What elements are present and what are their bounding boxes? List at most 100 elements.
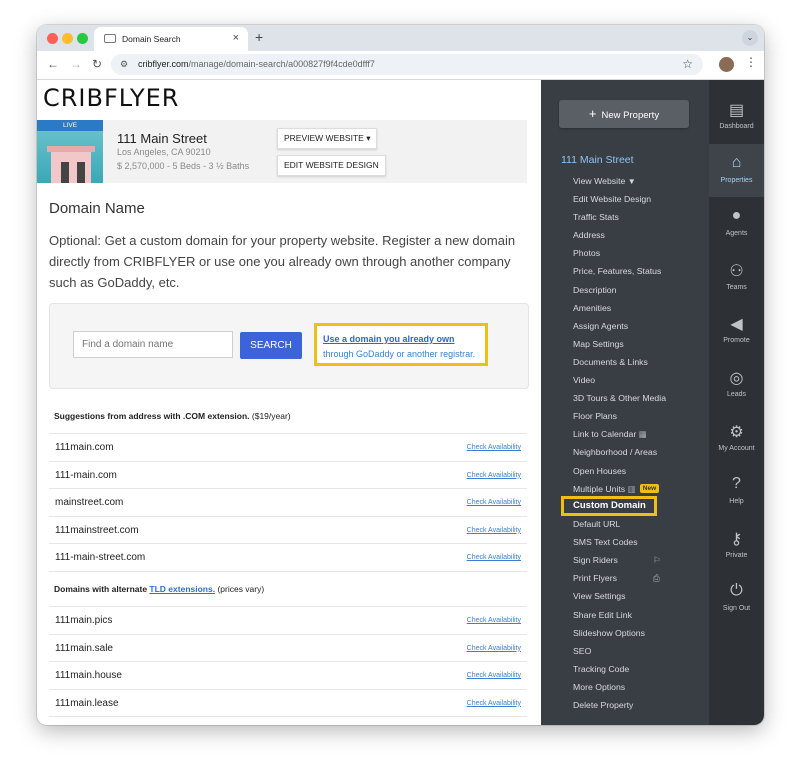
sidebar-item-default-url[interactable]: Default URL [573,519,620,529]
maximize-window-button[interactable] [77,33,88,44]
domain-name: 111mainstreet.com [55,524,139,536]
edit-website-design-button[interactable]: EDIT WEBSITE DESIGN [277,155,386,176]
sidebar-item-label: Slideshow Options [573,627,645,638]
view-website-menu[interactable]: View Website ▼ [573,176,636,186]
check-availability-link[interactable]: Check Availability [467,444,521,451]
sidebar-item-sms-text-codes[interactable]: SMS Text Codes [573,537,638,547]
sidebar-item-print-flyers[interactable]: Print Flyers ⎙ [573,573,660,583]
bookmark-star-icon[interactable]: ☆ [682,57,693,71]
sidebar-item-description[interactable]: Description [573,285,616,295]
sidebar-item-seo[interactable]: SEO [573,646,591,656]
domain-search-input[interactable] [73,331,233,358]
sidebar-item-label: 3D Tours & Other Media [573,393,667,404]
sidebar-item-address[interactable]: Address [573,230,605,240]
sidebar-item-label: SEO [573,645,592,656]
sidebar-item-multiple-units[interactable]: Multiple Units ▥ New [573,483,660,495]
print-icon: ⎙ [653,573,660,584]
back-arrow-icon[interactable]: ← [47,57,59,71]
check-availability-link[interactable]: Check Availability [467,645,521,652]
nav-properties[interactable]: ⌂ Properties [709,143,764,197]
nav-label: Teams [726,283,747,291]
sidebar-item-photos[interactable]: Photos [573,248,600,258]
close-tab-icon[interactable]: × [233,32,239,44]
domain-name: 111-main-street.com [55,552,146,563]
tld-suggestion-row: 111main.lease Check Availability [49,688,527,717]
sidebar-item-neighborhood-areas[interactable]: Neighborhood / Areas [573,447,657,457]
tld-suggestion-row: 111main.sale Check Availability [49,633,527,662]
com-suggestions-label: Suggestions from address with .COM exten… [54,411,291,421]
sidebar-item-amenities[interactable]: Amenities [573,303,611,313]
check-availability-link[interactable]: Check Availability [467,672,521,679]
sidebar-item-label: Neighborhood / Areas [573,447,658,458]
sidebar-item-custom-domain[interactable]: Custom Domain [561,496,657,516]
house-illustration [47,146,95,183]
nav-dashboard[interactable]: ▤ Dashboard [709,90,764,143]
sidebar-item-3d-tours-other-media[interactable]: 3D Tours & Other Media [573,393,666,403]
nav-private[interactable]: ⚷ Private [709,519,764,572]
tld-suggestion-row: 111main.photoCheck Availability [49,716,527,725]
sidebar-item-floor-plans[interactable]: Floor Plans [573,411,617,421]
sidebar-item-documents-links[interactable]: Documents & Links [573,357,648,367]
close-window-button[interactable] [47,33,58,44]
nav-label: Properties [720,176,753,184]
sidebar-item-traffic-stats[interactable]: Traffic Stats [573,212,619,222]
com-suggestion-row: 111mainstreet.com Check Availability [49,515,527,544]
check-availability-link[interactable]: Check Availability [467,700,521,707]
check-availability-link[interactable]: Check Availability [467,472,521,479]
sidebar-property-title[interactable]: 111 Main Street [561,154,634,166]
cribflyer-logo[interactable]: CRIBFLYER [43,84,179,112]
sidebar-item-delete-property[interactable]: Delete Property [573,700,633,710]
forward-arrow-icon[interactable]: → [70,57,82,71]
check-availability-link[interactable]: Check Availability [467,554,521,561]
url-host: cribflyer.com [138,59,189,69]
reload-icon[interactable]: ↻ [92,57,102,71]
sidebar-item-price-features-status[interactable]: Price, Features, Status [573,266,661,276]
preview-website-button[interactable]: PREVIEW WEBSITE ▾ [277,128,378,149]
nav-promote[interactable]: ◀ Promote [709,304,764,357]
new-tab-button[interactable]: + [255,29,263,45]
property-header: LIVE 111 Main Street Los Angeles, CA 902… [37,120,527,183]
sidebar-item-edit-website-design[interactable]: Edit Website Design [573,194,651,204]
check-availability-link[interactable]: Check Availability [467,617,521,624]
sidebar-item-map-settings[interactable]: Map Settings [573,339,624,349]
nav-teams[interactable]: ⚇ Teams [709,251,764,304]
sidebar-item-link-to-calendar[interactable]: Link to Calendar ▦ [573,429,647,440]
sidebar-item-tracking-code[interactable]: Tracking Code [573,664,629,674]
dashboard-icon: ▤ [728,102,745,119]
com-suggestion-list-bottom [49,570,527,573]
tab-domain-search[interactable]: Domain Search × [94,27,248,51]
sidebar-item-more-options[interactable]: More Options [573,682,625,692]
nav-sign-out[interactable]: ⏻ Sign Out [709,572,764,625]
nav-label: Private [725,551,748,559]
sidebar-item-label: Amenities [573,302,612,313]
browser-menu-icon[interactable]: ⋮ [745,55,757,69]
nav-help[interactable]: ? Help [709,465,764,518]
sidebar-item-label: Assign Agents [573,320,629,331]
search-button[interactable]: SEARCH [240,332,302,359]
tld-extensions-link[interactable]: TLD extensions. [149,584,215,594]
profile-avatar[interactable] [719,57,734,72]
tab-menu-button[interactable]: ⌄ [742,30,758,46]
site-info-icon[interactable]: ⚙ [120,59,128,70]
nav-agents[interactable]: ● Agents [709,197,764,250]
sidebar-item-assign-agents[interactable]: Assign Agents [573,321,628,331]
sidebar-item-view-settings[interactable]: View Settings [573,591,625,601]
nav-label: Dashboard [719,123,754,130]
url-bar[interactable]: ⚙ cribflyer.com/manage/domain-search/a00… [111,54,703,75]
sidebar-item-open-houses[interactable]: Open Houses [573,466,626,476]
minimize-window-button[interactable] [62,33,73,44]
sidebar-item-slideshow-options[interactable]: Slideshow Options [573,628,645,638]
nav-leads[interactable]: ◎ Leads [709,358,764,411]
check-availability-link[interactable]: Check Availability [467,527,521,534]
power-icon: ⏻ [730,582,743,600]
check-availability-link[interactable]: Check Availability [467,499,521,506]
new-property-button[interactable]: + New Property [559,100,689,128]
sidebar-item-video[interactable]: Video [573,375,595,385]
nav-my-account[interactable]: ⚙ My Account [709,412,764,465]
sidebar-item-sign-riders[interactable]: Sign Riders ⚐ [573,555,661,565]
address-toolbar: ← → ↻ ⚙ cribflyer.com/manage/domain-sear… [37,51,764,80]
com-suggestion-row: 111main.com Check Availability [49,433,527,461]
sidebar-item-share-edit-link[interactable]: Share Edit Link [573,610,632,620]
use-own-domain-link[interactable]: Use a domain you already own [323,334,455,344]
nav-label: Agents [725,230,748,238]
